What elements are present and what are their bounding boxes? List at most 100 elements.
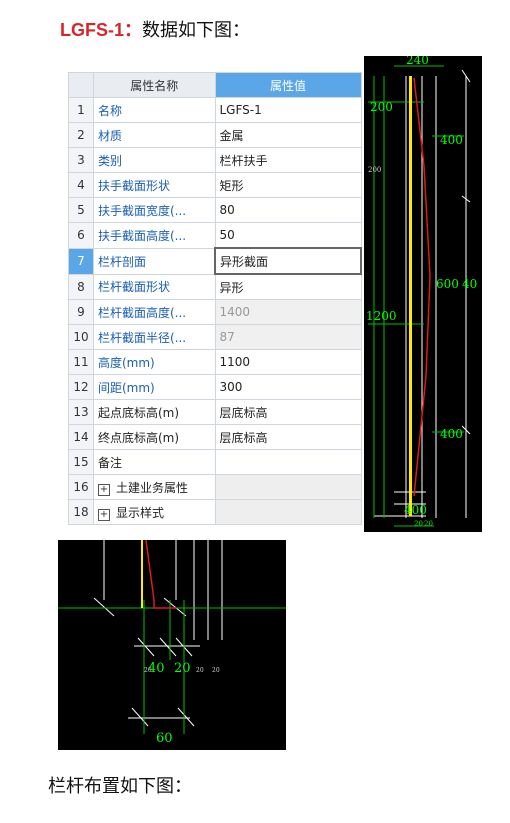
dim-small-200: 200 [368, 166, 381, 174]
dim-bottom-small: 20 [414, 520, 423, 528]
property-name-header[interactable]: 属性名称 [93, 72, 216, 98]
property-name: 备注 [93, 449, 216, 475]
cad-section-svg: 40 20 20 20 20 60 [58, 540, 286, 746]
property-name: 扶手截面形状 [93, 172, 216, 198]
property-group-label: 土建业务属性 [116, 480, 189, 495]
dim-1200: 1200 [366, 309, 397, 323]
property-name: 起点底标高(m) [93, 399, 216, 425]
dim-20: 20 [174, 661, 191, 676]
property-group[interactable]: + 显示样式 [93, 499, 216, 525]
table-row[interactable]: 15 备注 [68, 449, 362, 475]
row-number: 7 [68, 247, 94, 275]
section-heading: LGFS-1：数据如下图： [60, 16, 250, 42]
property-value[interactable]: LGFS-1 [214, 97, 362, 123]
property-value[interactable]: 80 [214, 197, 362, 223]
property-name: 栏杆剖面 [93, 247, 216, 275]
property-value [214, 474, 362, 500]
property-value[interactable]: 1100 [214, 349, 362, 375]
dim-400-top: 400 [440, 133, 463, 147]
table-row-group[interactable]: 16 + 土建业务属性 [68, 474, 362, 500]
table-row[interactable]: 3 类别 栏杆扶手 [68, 147, 362, 173]
property-name: 栏杆截面高度(... [93, 299, 216, 325]
property-value: 87 [214, 324, 362, 350]
property-value[interactable]: 层底标高 [214, 424, 362, 450]
property-name: 栏杆截面半径(... [93, 324, 216, 350]
property-name: 扶手截面高度(... [93, 222, 216, 249]
dim-small-20: 20 [196, 667, 204, 674]
property-group-label: 显示样式 [116, 505, 165, 520]
table-row-selected[interactable]: 7 栏杆剖面 异形截面 [68, 247, 362, 275]
table-row[interactable]: 10 栏杆截面半径(... 87 [68, 324, 362, 350]
property-value[interactable]: 金属 [214, 122, 362, 148]
row-number: 15 [68, 449, 94, 475]
property-value[interactable]: 300 [214, 374, 362, 400]
row-number: 8 [68, 273, 94, 300]
cad-elevation-svg: 240 200 400 200 600 40 1200 400 400 20 2… [366, 56, 477, 528]
dim-40: 40 [462, 277, 477, 291]
property-group[interactable]: + 土建业务属性 [93, 474, 216, 500]
table-row-group[interactable]: 18 + 显示样式 [68, 499, 362, 525]
expand-plus-icon[interactable]: + [98, 508, 110, 521]
table-header: 属性名称 属性值 [68, 72, 362, 98]
table-row[interactable]: 6 扶手截面高度(... 50 [68, 222, 362, 249]
property-value[interactable]: 栏杆扶手 [214, 147, 362, 173]
heading-text: 数据如下图： [142, 20, 251, 41]
property-value [214, 499, 362, 525]
row-number: 13 [68, 399, 94, 425]
row-number: 18 [68, 499, 94, 525]
cad-section-drawing: 40 20 20 20 20 60 [58, 540, 286, 750]
table-row[interactable]: 9 栏杆截面高度(... 1400 [68, 299, 362, 325]
expand-plus-icon[interactable]: + [98, 483, 110, 496]
property-name: 类别 [93, 147, 216, 173]
row-number-header [68, 72, 94, 98]
row-number: 3 [68, 147, 94, 173]
property-name: 终点底标高(m) [93, 424, 216, 450]
row-number: 5 [68, 197, 94, 223]
row-number: 10 [68, 324, 94, 350]
row-number: 14 [68, 424, 94, 450]
property-name: 扶手截面宽度(... [93, 197, 216, 223]
dim-bottom-400: 400 [404, 503, 427, 517]
property-value: 1400 [214, 299, 362, 325]
property-name: 材质 [93, 122, 216, 148]
dim-60: 60 [156, 731, 173, 746]
table-row[interactable]: 4 扶手截面形状 矩形 [68, 172, 362, 198]
property-value[interactable]: 矩形 [214, 172, 362, 198]
dim-bottom-small-2: 20 [424, 520, 433, 528]
footer-caption: 栏杆布置如下图： [48, 776, 192, 797]
dim-400-bottom: 400 [440, 427, 463, 441]
table-row[interactable]: 5 扶手截面宽度(... 80 [68, 197, 362, 223]
property-value[interactable]: 50 [214, 222, 362, 249]
row-number: 11 [68, 349, 94, 375]
dim-left-200: 200 [370, 100, 393, 114]
property-name: 高度(mm) [93, 349, 216, 375]
property-name: 栏杆截面形状 [93, 273, 216, 300]
row-number: 6 [68, 222, 94, 249]
property-value[interactable]: 异形 [214, 273, 362, 300]
table-row[interactable]: 8 栏杆截面形状 异形 [68, 273, 362, 300]
dim-small-20: 20 [144, 667, 152, 674]
row-number: 4 [68, 172, 94, 198]
row-number: 12 [68, 374, 94, 400]
property-table: 属性名称 属性值 1 名称 LGFS-1 2 材质 金属 3 类别 栏杆扶手 4 扶手截面形状… [68, 72, 362, 525]
property-value-header[interactable]: 属性值 [214, 72, 362, 98]
table-row[interactable]: 13 起点底标高(m) 层底标高 [68, 399, 362, 425]
heading-tag: LGFS-1： [60, 20, 143, 40]
dim-small-20: 20 [212, 667, 220, 674]
cad-elevation-drawing: 240 200 400 200 600 40 1200 400 400 20 2… [364, 56, 482, 532]
row-number: 16 [68, 474, 94, 500]
table-row[interactable]: 1 名称 LGFS-1 [68, 97, 362, 123]
table-row[interactable]: 11 高度(mm) 1100 [68, 349, 362, 375]
dim-240: 240 [406, 56, 429, 67]
table-row[interactable]: 2 材质 金属 [68, 122, 362, 148]
table-row[interactable]: 14 终点底标高(m) 层底标高 [68, 424, 362, 450]
property-name: 名称 [93, 97, 216, 123]
property-value[interactable]: 层底标高 [214, 399, 362, 425]
dim-600: 600 [436, 277, 459, 291]
table-row[interactable]: 12 间距(mm) 300 [68, 374, 362, 400]
property-value-editor[interactable]: 异形截面 [214, 247, 362, 275]
property-value[interactable] [214, 449, 362, 475]
row-number: 9 [68, 299, 94, 325]
property-name: 间距(mm) [93, 374, 216, 400]
row-number: 2 [68, 122, 94, 148]
